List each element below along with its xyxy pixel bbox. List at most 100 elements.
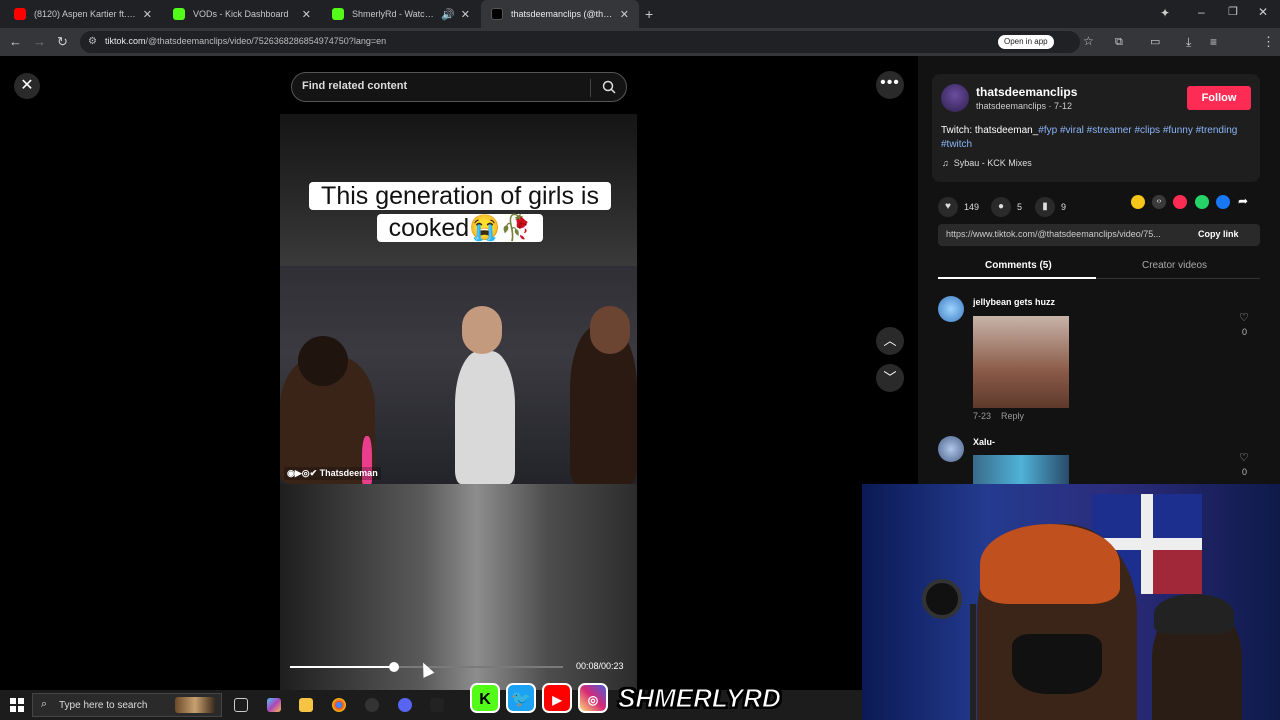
comment-icon[interactable]: ● bbox=[991, 197, 1011, 217]
creator-name[interactable]: thatsdeemanclips bbox=[976, 85, 1077, 99]
like-stat[interactable]: ♥ 149 bbox=[938, 197, 979, 217]
windows-start-icon[interactable] bbox=[10, 698, 24, 712]
tab-comments[interactable]: Comments (5) bbox=[985, 260, 1052, 271]
extensions-icon[interactable]: ⧉ bbox=[1115, 34, 1123, 50]
close-window-icon[interactable]: ✕ bbox=[1258, 5, 1268, 19]
progress-scrubber[interactable] bbox=[388, 662, 399, 672]
kick-icon bbox=[332, 8, 344, 20]
comment-heart-icon[interactable]: ♡ bbox=[1239, 311, 1249, 324]
task-view-icon[interactable] bbox=[234, 698, 248, 712]
embed-icon[interactable]: ‹› bbox=[1152, 195, 1166, 209]
new-tab-button[interactable]: + bbox=[645, 6, 653, 22]
comment-image[interactable] bbox=[973, 316, 1069, 408]
instagram-icon: ◎ bbox=[578, 683, 608, 713]
open-in-app-button[interactable]: Open in app bbox=[998, 35, 1054, 49]
hashtag-link[interactable]: #fyp bbox=[1038, 125, 1057, 136]
comment-username[interactable]: jellybean gets huzz bbox=[973, 297, 1055, 307]
copy-link-button[interactable]: Copy link bbox=[1198, 229, 1239, 239]
forward-arrow-icon[interactable]: → bbox=[33, 34, 46, 50]
share-arrow-icon[interactable]: ➦ bbox=[1238, 194, 1248, 208]
save-stat[interactable]: ▮ 9 bbox=[1035, 197, 1066, 217]
cast-icon[interactable]: ▭ bbox=[1150, 34, 1160, 50]
bookmark-icon[interactable]: ▮ bbox=[1035, 197, 1055, 217]
tab-creator-videos[interactable]: Creator videos bbox=[1142, 260, 1207, 271]
more-options-button[interactable]: ••• bbox=[876, 71, 904, 99]
taskbar-search-input[interactable]: Type here to search bbox=[59, 700, 147, 711]
chrome-icon[interactable] bbox=[332, 698, 346, 712]
close-tab-icon[interactable]: ✕ bbox=[620, 8, 629, 21]
creator-avatar[interactable] bbox=[941, 84, 969, 112]
browser-menu-icon[interactable]: ⋮ bbox=[1262, 34, 1275, 50]
video-timecode: 00:08/00:23 bbox=[576, 661, 624, 671]
hashtag-link[interactable]: #funny bbox=[1163, 125, 1193, 136]
flag-stripe-vertical bbox=[1141, 494, 1153, 594]
browser-tab-tiktok[interactable]: thatsdeemanclips (@thatsd... ✕ bbox=[481, 0, 639, 28]
save-count: 9 bbox=[1061, 202, 1067, 212]
restore-window-icon[interactable]: ❐ bbox=[1228, 5, 1238, 18]
hashtag-link[interactable]: #trending bbox=[1196, 125, 1238, 136]
channel-name: SHMERLYRD bbox=[618, 682, 782, 713]
close-tab-icon[interactable]: ✕ bbox=[302, 8, 311, 21]
sparkle-icon[interactable]: ✦ bbox=[1160, 6, 1170, 20]
emoji-share-icon[interactable] bbox=[1131, 195, 1145, 209]
facebook-icon[interactable] bbox=[1216, 195, 1230, 209]
browser-tab-kick-dashboard[interactable]: VODs - Kick Dashboard ✕ bbox=[163, 0, 321, 28]
whatsapp-icon[interactable] bbox=[1195, 195, 1209, 209]
browser-tab-youtube[interactable]: (8120) Aspen Kartier ft. Lady Bl... ✕ bbox=[4, 0, 162, 28]
previous-video-button[interactable]: ︿ bbox=[876, 327, 904, 355]
bookmark-star-icon[interactable]: ☆ bbox=[1083, 34, 1094, 48]
tab-title: (8120) Aspen Kartier ft. Lady Bl... bbox=[34, 9, 137, 19]
search-input[interactable]: Find related content bbox=[302, 80, 407, 92]
video-link-text[interactable]: https://www.tiktok.com/@thatsdeemanclips… bbox=[946, 229, 1184, 239]
comment-stat[interactable]: ● 5 bbox=[991, 197, 1022, 217]
comment-username[interactable]: Xalu- bbox=[973, 437, 995, 447]
send-icon[interactable] bbox=[1173, 195, 1187, 209]
kick-icon bbox=[173, 8, 185, 20]
minimize-window-icon[interactable]: – bbox=[1198, 5, 1205, 19]
reply-button[interactable]: Reply bbox=[1001, 411, 1024, 421]
hashtag-link[interactable]: #streamer bbox=[1087, 125, 1132, 136]
hashtag-link[interactable]: #viral bbox=[1060, 125, 1084, 136]
site-info-icon[interactable]: ⚙ bbox=[88, 36, 97, 47]
streamer-mask bbox=[1012, 634, 1102, 694]
person-center bbox=[455, 351, 515, 484]
youtube-icon: ▶ bbox=[542, 683, 572, 713]
discord-icon[interactable] bbox=[398, 698, 412, 712]
close-video-button[interactable]: ✕ bbox=[14, 73, 40, 99]
obs-icon[interactable] bbox=[365, 698, 379, 712]
avatar[interactable] bbox=[938, 296, 964, 322]
app-icon[interactable] bbox=[430, 698, 444, 712]
twitter-icon: 🐦 bbox=[506, 683, 536, 713]
watermark-text: Thatsdeeman bbox=[319, 468, 378, 478]
comment-heart-icon[interactable]: ♡ bbox=[1239, 451, 1249, 464]
tab-title: ShmerlyRd - Watch the VOD on... bbox=[352, 9, 435, 19]
person-right-head bbox=[590, 306, 630, 354]
heart-icon[interactable]: ♥ bbox=[938, 197, 958, 217]
description-text: Twitch: thatsdeeman_ bbox=[941, 125, 1039, 136]
music-track[interactable]: ♫ Sybau - KCK Mixes bbox=[942, 158, 1032, 168]
hashtag-link[interactable]: #twitch bbox=[941, 139, 972, 150]
search-divider bbox=[590, 79, 591, 97]
mute-tab-icon[interactable]: 🔊 bbox=[441, 8, 455, 21]
hashtag-link[interactable]: #clips bbox=[1134, 125, 1160, 136]
copilot-icon[interactable] bbox=[267, 698, 281, 712]
download-icon[interactable]: ⤓ bbox=[1186, 34, 1191, 50]
taskbar-search[interactable]: ⌕ Type here to search bbox=[32, 693, 222, 717]
next-video-button[interactable]: ﹀ bbox=[876, 364, 904, 392]
back-arrow-icon[interactable]: ← bbox=[9, 34, 22, 50]
avatar[interactable] bbox=[938, 436, 964, 462]
media-controls-icon[interactable]: ≡ bbox=[1210, 34, 1217, 50]
close-tab-icon[interactable]: ✕ bbox=[461, 8, 470, 21]
file-explorer-icon[interactable] bbox=[299, 698, 313, 712]
close-tab-icon[interactable]: ✕ bbox=[143, 8, 152, 21]
browser-tab-kick-vod[interactable]: ShmerlyRd - Watch the VOD on... 🔊 ✕ bbox=[322, 0, 480, 28]
video-description: Twitch: thatsdeeman_#fyp #viral #streame… bbox=[941, 124, 1246, 152]
related-content-search[interactable]: Find related content bbox=[291, 72, 627, 102]
follow-button[interactable]: Follow bbox=[1187, 86, 1251, 110]
search-icon[interactable] bbox=[602, 80, 616, 94]
creator-watermark: ◉▶◎✔ Thatsdeeman bbox=[284, 467, 381, 480]
address-bar[interactable]: ⚙ tiktok.com/@thatsdeemanclips/video/752… bbox=[80, 31, 1094, 53]
comment-image[interactable] bbox=[973, 455, 1069, 485]
reload-icon[interactable]: ↻ bbox=[57, 34, 68, 50]
video-player[interactable]: This generation of girls is cooked😭🥀 ◉▶◎… bbox=[280, 114, 637, 690]
